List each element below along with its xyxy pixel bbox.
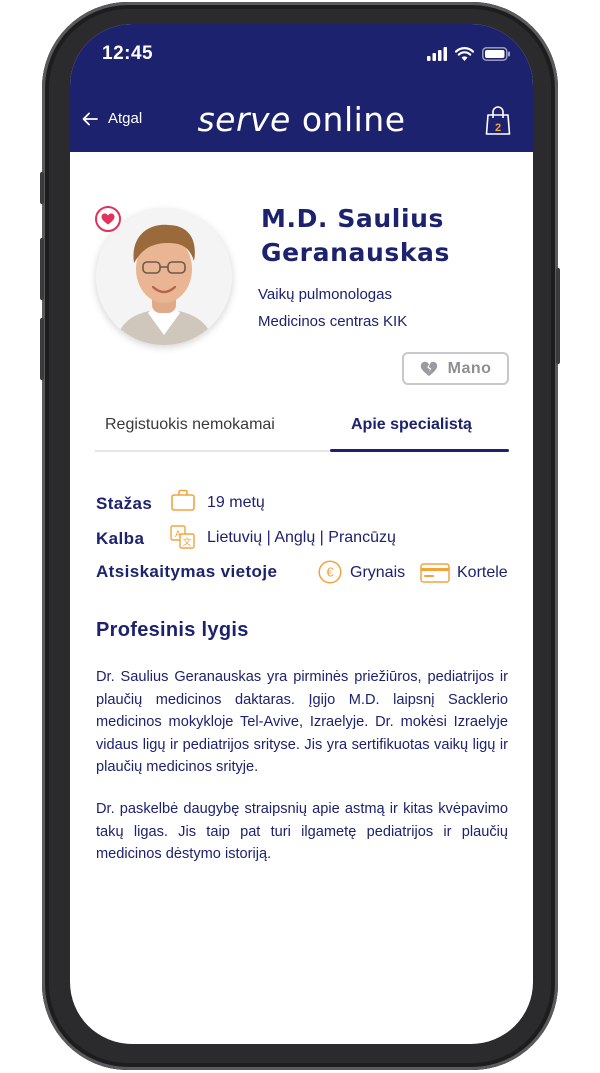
payment-cash: Grynais bbox=[350, 564, 406, 581]
status-icons bbox=[427, 46, 511, 62]
logo-serve: serve bbox=[197, 100, 291, 139]
experience-label: Stažas bbox=[96, 494, 153, 513]
about-paragraph-2: Dr. paskelbė daugybę straipsnių apie ast… bbox=[96, 801, 508, 862]
language-value: Lietuvių | Anglų | Prancūzų bbox=[207, 529, 396, 546]
wifi-icon bbox=[455, 47, 474, 61]
volume-up-button bbox=[40, 238, 44, 300]
shopping-bag-icon: 2 bbox=[485, 106, 511, 135]
tab-about[interactable]: Apie specialistą bbox=[351, 416, 472, 434]
section-title: Profesinis lygis bbox=[96, 619, 249, 641]
payment-label: Atsiskaitymas vietoje bbox=[96, 562, 278, 581]
power-button bbox=[556, 268, 560, 364]
cart-button[interactable]: 2 bbox=[485, 106, 511, 141]
euro-coin-icon: € bbox=[318, 560, 342, 584]
logo-online: online bbox=[301, 100, 406, 139]
payment-card: Kortele bbox=[457, 564, 508, 581]
briefcase-icon bbox=[171, 489, 195, 511]
active-tab-indicator bbox=[330, 449, 509, 452]
credit-card-icon bbox=[420, 563, 450, 583]
profile-tabs: Registuokis nemokamai Apie specialistą bbox=[95, 416, 509, 454]
svg-text:文: 文 bbox=[182, 536, 191, 547]
app-logo[interactable]: serve online bbox=[70, 100, 533, 139]
volume-down-button bbox=[40, 318, 44, 380]
translate-icon: A 文 bbox=[170, 525, 195, 549]
language-label: Kalba bbox=[96, 529, 145, 548]
tab-register[interactable]: Registuokis nemokamai bbox=[105, 416, 275, 434]
doctor-avatar bbox=[96, 209, 232, 345]
signal-icon bbox=[427, 47, 447, 61]
doctor-specialty: Vaikų pulmonologas bbox=[258, 286, 392, 303]
cart-count: 2 bbox=[495, 122, 501, 134]
screen: 12:45 Atgal serve online 2 M.D. Saulius … bbox=[70, 24, 533, 1044]
broken-heart-icon bbox=[420, 361, 437, 376]
about-paragraph-1: Dr. Saulius Geranauskas yra pirminės pri… bbox=[96, 669, 508, 775]
silent-switch bbox=[40, 172, 44, 204]
heart-icon bbox=[101, 213, 115, 225]
favorite-badge[interactable] bbox=[95, 206, 121, 232]
battery-icon bbox=[482, 47, 510, 61]
my-button-label: Mano bbox=[447, 359, 492, 377]
app-header: 12:45 Atgal serve online 2 bbox=[70, 24, 533, 152]
svg-text:€: € bbox=[326, 565, 334, 580]
experience-value: 19 metų bbox=[207, 494, 265, 511]
status-time: 12:45 bbox=[102, 43, 154, 64]
add-to-my-doctors-button[interactable]: Mano bbox=[402, 352, 509, 385]
doctor-name: M.D. Saulius Geranauskas bbox=[261, 202, 511, 270]
doctor-name-line1: M.D. Saulius bbox=[261, 204, 445, 233]
doctor-name-line2: Geranauskas bbox=[261, 238, 450, 267]
svg-text:A: A bbox=[175, 529, 181, 539]
doctor-clinic: Medicinos centras KIK bbox=[258, 313, 408, 330]
